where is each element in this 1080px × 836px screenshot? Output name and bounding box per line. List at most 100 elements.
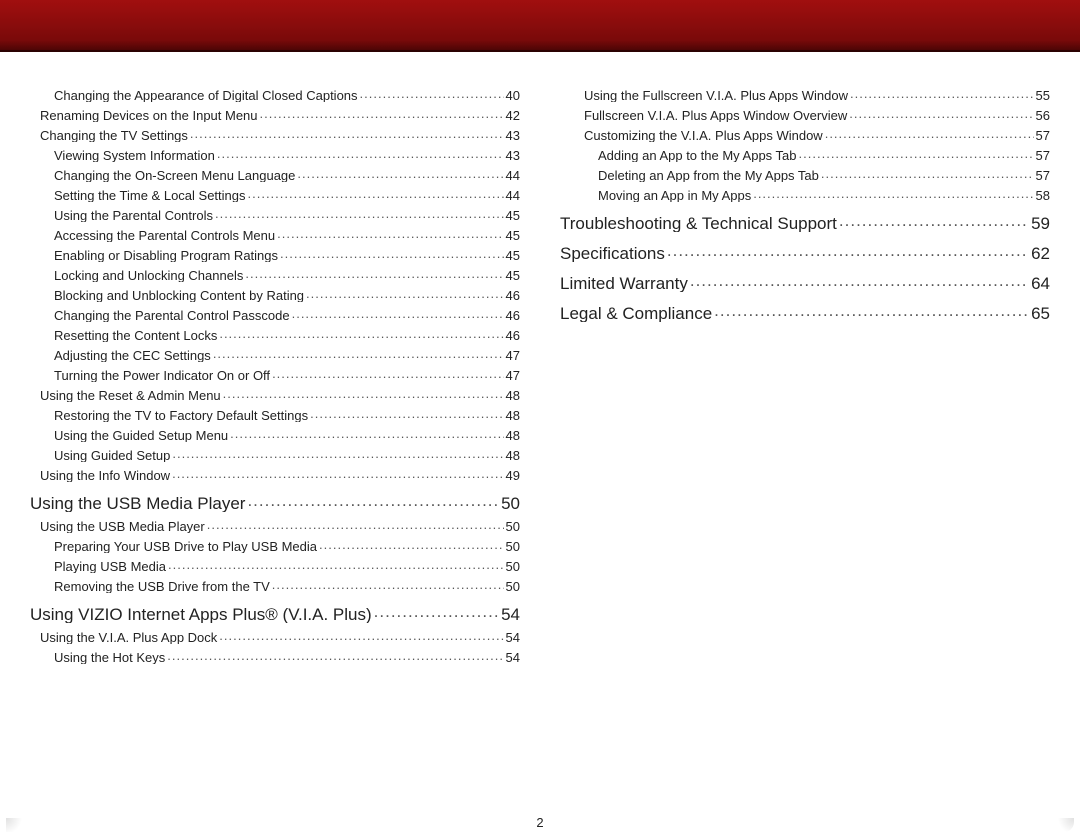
toc-entry-page: 45 (506, 249, 520, 262)
toc-entry[interactable]: Changing the On-Screen Menu Language44 (30, 167, 520, 182)
toc-entry-label: Changing the Appearance of Digital Close… (54, 89, 358, 102)
toc-entry[interactable]: Adjusting the CEC Settings47 (30, 347, 520, 362)
toc-leader-dots (207, 518, 504, 531)
toc-entry[interactable]: Fullscreen V.I.A. Plus Apps Window Overv… (560, 107, 1050, 122)
toc-entry-page: 59 (1031, 215, 1050, 232)
toc-entry[interactable]: Using VIZIO Internet Apps Plus® (V.I.A. … (30, 603, 520, 623)
toc-entry-label: Using the Hot Keys (54, 651, 165, 664)
toc-entry[interactable]: Deleting an App from the My Apps Tab 57 (560, 167, 1050, 182)
toc-column-right: Using the Fullscreen V.I.A. Plus Apps Wi… (560, 82, 1050, 786)
toc-entry[interactable]: Locking and Unlocking Channels45 (30, 267, 520, 282)
toc-entry[interactable]: Using the V.I.A. Plus App Dock54 (30, 629, 520, 644)
toc-entry[interactable]: Customizing the V.I.A. Plus Apps Window5… (560, 127, 1050, 142)
toc-leader-dots (272, 367, 503, 380)
toc-entry-label: Moving an App in My Apps (598, 189, 751, 202)
toc-entry-page: 47 (506, 369, 520, 382)
toc-leader-dots (297, 167, 503, 180)
toc-entry[interactable]: Changing the Appearance of Digital Close… (30, 87, 520, 102)
toc-entry-label: Specifications (560, 245, 665, 262)
toc-entry-label: Accessing the Parental Controls Menu (54, 229, 275, 242)
toc-entry-label: Adjusting the CEC Settings (54, 349, 211, 362)
page-body: Changing the Appearance of Digital Close… (0, 52, 1080, 836)
toc-entry-label: Removing the USB Drive from the TV (54, 580, 270, 593)
toc-entry-page: 50 (506, 540, 520, 553)
toc-entry[interactable]: Changing the Parental Control Passcode 46 (30, 307, 520, 322)
toc-entry-label: Legal & Compliance (560, 305, 712, 322)
toc-entry[interactable]: Adding an App to the My Apps Tab57 (560, 147, 1050, 162)
toc-entry[interactable]: Renaming Devices on the Input Menu42 (30, 107, 520, 122)
toc-entry[interactable]: Resetting the Content Locks46 (30, 327, 520, 342)
toc-entry-label: Setting the Time & Local Settings (54, 189, 246, 202)
toc-entry[interactable]: Using the Guided Setup Menu48 (30, 427, 520, 442)
toc-entry-label: Blocking and Unblocking Content by Ratin… (54, 289, 304, 302)
toc-entry-label: Using the Fullscreen V.I.A. Plus Apps Wi… (584, 89, 848, 102)
toc-leader-dots (319, 538, 504, 551)
toc-entry[interactable]: Troubleshooting & Technical Support 59 (560, 212, 1050, 232)
toc-leader-dots (374, 603, 499, 620)
toc-entry-page: 49 (506, 469, 520, 482)
toc-entry[interactable]: Using the Info Window 49 (30, 467, 520, 482)
toc-entry-label: Turning the Power Indicator On or Off (54, 369, 270, 382)
toc-entry[interactable]: Preparing Your USB Drive to Play USB Med… (30, 538, 520, 553)
toc-entry[interactable]: Using Guided Setup48 (30, 447, 520, 462)
toc-entry[interactable]: Turning the Power Indicator On or Off 47 (30, 367, 520, 382)
toc-leader-dots (280, 247, 504, 260)
toc-entry-label: Preparing Your USB Drive to Play USB Med… (54, 540, 317, 553)
toc-entry-label: Changing the TV Settings (40, 129, 188, 142)
toc-entry-page: 43 (506, 129, 520, 142)
toc-entry[interactable]: Viewing System Information43 (30, 147, 520, 162)
toc-entry-page: 46 (506, 309, 520, 322)
toc-entry-page: 45 (506, 229, 520, 242)
toc-entry-label: Using the Parental Controls (54, 209, 213, 222)
toc-entry[interactable]: Removing the USB Drive from the TV 50 (30, 578, 520, 593)
toc-entry-page: 57 (1036, 169, 1050, 182)
toc-entry-page: 54 (506, 631, 520, 644)
toc-entry-page: 64 (1031, 275, 1050, 292)
toc-entry-label: Troubleshooting & Technical Support (560, 215, 837, 232)
toc-leader-dots (277, 227, 503, 240)
toc-leader-dots (839, 212, 1029, 229)
toc-entry[interactable]: Using the Fullscreen V.I.A. Plus Apps Wi… (560, 87, 1050, 102)
toc-entry[interactable]: Changing the TV Settings 43 (30, 127, 520, 142)
toc-entry[interactable]: Accessing the Parental Controls Menu 45 (30, 227, 520, 242)
toc-entry-page: 48 (506, 389, 520, 402)
toc-entry-page: 50 (501, 495, 520, 512)
toc-leader-dots (217, 147, 504, 160)
toc-columns: Changing the Appearance of Digital Close… (30, 82, 1050, 786)
toc-entry-label: Using Guided Setup (54, 449, 170, 462)
toc-leader-dots (223, 387, 504, 400)
toc-entry-page: 45 (506, 209, 520, 222)
toc-entry[interactable]: Using the USB Media Player50 (30, 518, 520, 533)
toc-entry[interactable]: Using the Hot Keys54 (30, 649, 520, 664)
toc-entry[interactable]: Limited Warranty64 (560, 272, 1050, 292)
toc-leader-dots (172, 447, 503, 460)
toc-leader-dots (190, 127, 504, 140)
toc-leader-dots (248, 187, 504, 200)
toc-entry-label: Fullscreen V.I.A. Plus Apps Window Overv… (584, 109, 847, 122)
toc-entry[interactable]: Setting the Time & Local Settings 44 (30, 187, 520, 202)
toc-entry-label: Deleting an App from the My Apps Tab (598, 169, 819, 182)
toc-entry[interactable]: Legal & Compliance65 (560, 302, 1050, 322)
toc-entry-label: Customizing the V.I.A. Plus Apps Window (584, 129, 823, 142)
toc-entry[interactable]: Restoring the TV to Factory Default Sett… (30, 407, 520, 422)
toc-entry[interactable]: Blocking and Unblocking Content by Ratin… (30, 287, 520, 302)
toc-entry-page: 50 (506, 520, 520, 533)
toc-entry-page: 40 (506, 89, 520, 102)
toc-entry-page: 44 (506, 189, 520, 202)
toc-entry[interactable]: Using the Parental Controls 45 (30, 207, 520, 222)
toc-entry[interactable]: Enabling or Disabling Program Ratings45 (30, 247, 520, 262)
toc-leader-dots (168, 558, 504, 571)
toc-entry-label: Using the Info Window (40, 469, 170, 482)
toc-entry[interactable]: Moving an App in My Apps 58 (560, 187, 1050, 202)
toc-entry-page: 42 (506, 109, 520, 122)
toc-entry[interactable]: Using the USB Media Player50 (30, 492, 520, 512)
toc-entry[interactable]: Playing USB Media50 (30, 558, 520, 573)
toc-column-left: Changing the Appearance of Digital Close… (30, 82, 520, 786)
toc-entry-page: 50 (506, 580, 520, 593)
toc-leader-dots (306, 287, 503, 300)
toc-entry[interactable]: Specifications62 (560, 242, 1050, 262)
toc-entry-label: Changing the Parental Control Passcode (54, 309, 290, 322)
toc-entry-page: 58 (1036, 189, 1050, 202)
toc-entry[interactable]: Using the Reset & Admin Menu48 (30, 387, 520, 402)
toc-leader-dots (667, 242, 1029, 259)
